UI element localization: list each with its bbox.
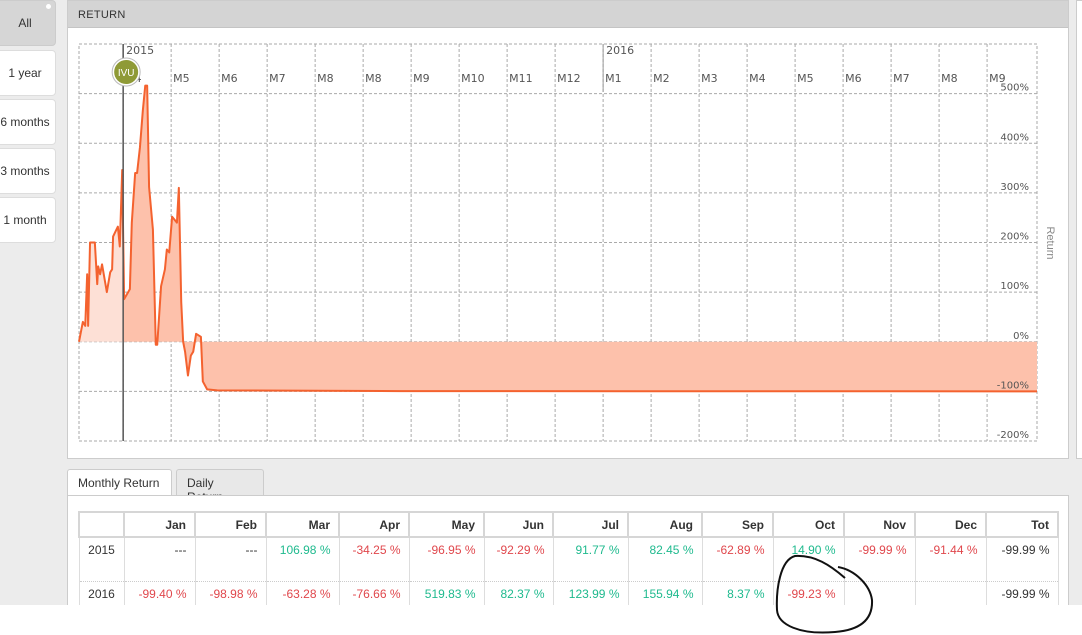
month-tick-label: M11 [509, 72, 533, 85]
return-cell: -99.40 % [123, 581, 196, 605]
month-tick-label: M2 [653, 72, 670, 85]
column-header: Mar [265, 511, 340, 538]
column-header: Apr [338, 511, 410, 538]
y-tick-label: 300% [1000, 182, 1029, 193]
table-header-row: Jan Feb Mar Apr May Jun Jul Aug Sep Oct Nov Dec Tot [78, 511, 1059, 538]
month-tick-label: M5 [173, 72, 190, 85]
year-label: 2015 [126, 44, 154, 57]
table-row: 2016 -99.40 % -98.98 % -63.28 % -76.66 % 519.… [78, 581, 1059, 605]
year-label: 2016 [606, 44, 634, 57]
month-tick-label: M8 [941, 72, 958, 85]
month-tick-label: M7 [269, 72, 286, 85]
month-tick-label: M10 [461, 72, 485, 85]
return-cell: -91.44 % [914, 537, 987, 582]
column-header: Tot [985, 511, 1059, 538]
column-header: Dec [914, 511, 987, 538]
column-header: Oct [772, 511, 845, 538]
return-cell [843, 581, 916, 605]
return-cell: -96.95 % [408, 537, 485, 582]
column-header: Sep [701, 511, 774, 538]
return-cell: -99.23 % [772, 581, 845, 605]
y-tick-label: -100% [997, 380, 1029, 391]
y-axis-label: Return [1044, 226, 1056, 259]
return-cell: 91.77 % [552, 537, 629, 582]
y-tick-label: 200% [1000, 232, 1029, 243]
month-tick-label: M8 [317, 72, 334, 85]
column-header: Aug [627, 511, 703, 538]
y-tick-label: 0% [1013, 331, 1029, 342]
return-cell: 106.98 % [265, 537, 340, 582]
return-cell: 123.99 % [552, 581, 629, 605]
return-chart[interactable]: M4M5M6M7M8M8M9M10M11M12M1M2M3M4M5M6M7M8M… [0, 0, 1082, 460]
y-tick-label: 100% [1000, 281, 1029, 292]
return-cell: 519.83 % [408, 581, 485, 605]
column-header: May [408, 511, 485, 538]
tab-monthly-return[interactable]: Monthly Return [67, 469, 172, 497]
return-cell: -98.98 % [194, 581, 267, 605]
month-tick-label: M4 [749, 72, 766, 85]
year-cell: 2016 [78, 581, 125, 605]
return-cell: -76.66 % [338, 581, 410, 605]
return-cell [914, 581, 987, 605]
total-cell: -99.99 % [985, 537, 1059, 582]
column-header: Jul [552, 511, 629, 538]
y-tick-label: -200% [997, 430, 1029, 441]
monthly-return-table: Jan Feb Mar Apr May Jun Jul Aug Sep Oct Nov Dec Tot … [78, 511, 1059, 605]
y-tick-label: 400% [1000, 132, 1029, 143]
return-cell: 8.37 % [701, 581, 774, 605]
tab-daily-return[interactable]: Daily Return [176, 469, 264, 504]
y-tick-label: 500% [1000, 83, 1029, 94]
month-tick-label: M6 [845, 72, 862, 85]
return-cell: 14.90 % [772, 537, 845, 582]
month-tick-label: M9 [413, 72, 430, 85]
return-cell: --- [123, 537, 196, 582]
return-cell: 82.45 % [627, 537, 703, 582]
app: All 1 year 6 months 3 months 1 month RET… [0, 0, 1082, 605]
month-tick-label: M8 [365, 72, 382, 85]
month-tick-label: M1 [605, 72, 622, 85]
return-cell: -62.89 % [701, 537, 774, 582]
month-tick-label: M3 [701, 72, 718, 85]
column-header: Feb [194, 511, 267, 538]
return-cell: -34.25 % [338, 537, 410, 582]
return-cell: -99.99 % [843, 537, 916, 582]
total-cell: -99.99 % [985, 581, 1059, 605]
month-tick-label: M12 [557, 72, 581, 85]
return-cell: -92.29 % [483, 537, 554, 582]
month-tick-label: M7 [893, 72, 910, 85]
return-cell: --- [194, 537, 267, 582]
event-marker-label: IVU [118, 68, 135, 79]
column-header: Jan [123, 511, 196, 538]
return-cell: -63.28 % [265, 581, 340, 605]
return-cell: 82.37 % [483, 581, 554, 605]
column-header: Nov [843, 511, 916, 538]
column-header: Jun [483, 511, 554, 538]
month-tick-label: M5 [797, 72, 814, 85]
column-header [78, 511, 125, 538]
table-row: 2015 --- --- 106.98 % -34.25 % -96.95 % -92.29… [78, 537, 1059, 582]
return-cell: 155.94 % [627, 581, 703, 605]
monthly-return-panel: Jan Feb Mar Apr May Jun Jul Aug Sep Oct Nov Dec Tot … [67, 495, 1069, 605]
month-tick-label: M6 [221, 72, 238, 85]
year-cell: 2015 [78, 537, 125, 582]
